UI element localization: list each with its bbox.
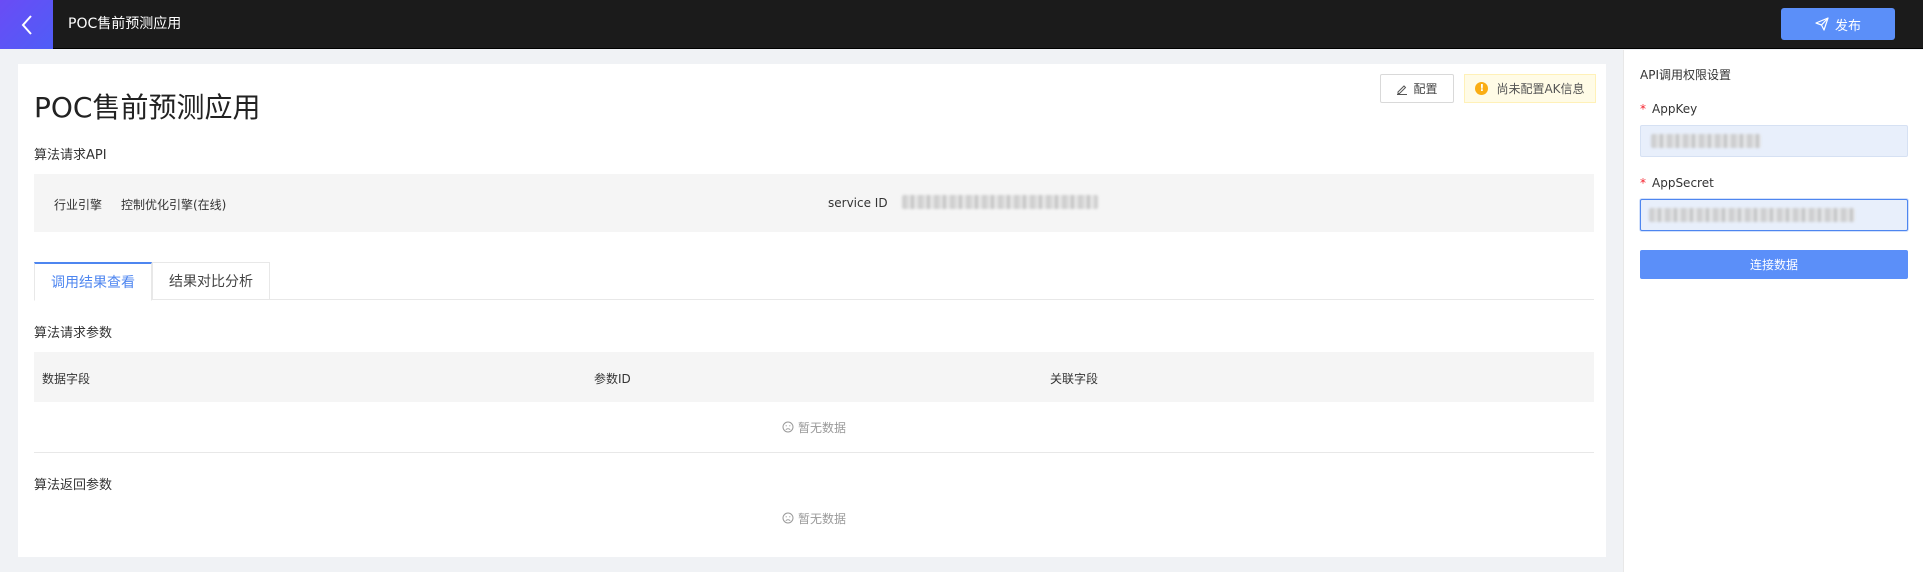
config-button[interactable]: 配置 <box>1380 74 1454 103</box>
appsecret-label-text: AppSecret <box>1652 176 1714 190</box>
appkey-label: * AppKey <box>1640 102 1697 116</box>
connect-data-button[interactable]: 连接数据 <box>1640 250 1908 279</box>
appsecret-value-redacted <box>1649 208 1855 222</box>
api-section-label: 算法请求API <box>34 148 107 163</box>
column-header-data-field: 数据字段 <box>42 372 91 386</box>
appkey-input[interactable] <box>1640 125 1908 157</box>
empty-text: 暂无数据 <box>797 511 846 526</box>
empty-text: 暂无数据 <box>797 420 846 435</box>
send-icon <box>1815 17 1829 31</box>
api-permission-sidebar: API调用权限设置 * AppKey * AppSecret 连接数据 <box>1623 50 1923 572</box>
return-params-label: 算法返回参数 <box>34 478 113 493</box>
config-label: 配置 <box>1413 82 1438 96</box>
tab-compare-analysis[interactable]: 结果对比分析 <box>152 262 270 300</box>
publish-button[interactable]: 发布 <box>1781 8 1895 40</box>
main-panel: POC售前预测应用 配置 ! 尚未配置AK信息 算法请求API 行业引擎 控制优… <box>18 64 1606 557</box>
appkey-value-redacted <box>1651 134 1761 148</box>
ak-warning-banner: ! 尚未配置AK信息 <box>1464 74 1596 103</box>
divider <box>34 452 1594 453</box>
service-id-label: service ID <box>828 196 888 210</box>
frown-icon <box>782 421 794 433</box>
industry-engine-label: 行业引擎 <box>54 198 103 212</box>
back-button[interactable] <box>0 0 53 49</box>
industry-engine-value: 控制优化引擎(在线) <box>121 198 227 212</box>
return-params-empty: 暂无数据 <box>34 493 1594 543</box>
service-id-value-redacted <box>902 195 1098 209</box>
page-title: POC售前预测应用 <box>34 91 261 124</box>
chevron-left-icon <box>21 14 32 35</box>
tab-call-results[interactable]: 调用结果查看 <box>34 262 152 301</box>
sidebar-title: API调用权限设置 <box>1640 68 1731 82</box>
api-info-box: 行业引擎 控制优化引擎(在线) service ID <box>34 174 1594 232</box>
appsecret-input[interactable] <box>1640 199 1908 231</box>
appkey-label-text: AppKey <box>1652 102 1698 116</box>
column-header-param-id: 参数ID <box>594 372 631 386</box>
required-mark: * <box>1640 102 1646 116</box>
column-header-related-field: 关联字段 <box>1050 372 1099 386</box>
exclamation-circle-icon: ! <box>1475 82 1489 95</box>
request-params-label: 算法请求参数 <box>34 326 113 341</box>
ak-warning-text: 尚未配置AK信息 <box>1496 82 1585 96</box>
params-table-header: 数据字段 参数ID 关联字段 <box>34 352 1594 402</box>
required-mark: * <box>1640 176 1646 190</box>
app-title: POC售前预测应用 <box>68 16 182 32</box>
edit-icon <box>1397 84 1408 95</box>
publish-label: 发布 <box>1834 18 1861 34</box>
appsecret-label: * AppSecret <box>1640 176 1714 190</box>
top-bar: POC售前预测应用 发布 <box>0 0 1923 49</box>
result-tabs: 调用结果查看 结果对比分析 <box>34 262 1594 301</box>
frown-icon <box>782 512 794 524</box>
request-params-empty: 暂无数据 <box>34 402 1594 452</box>
